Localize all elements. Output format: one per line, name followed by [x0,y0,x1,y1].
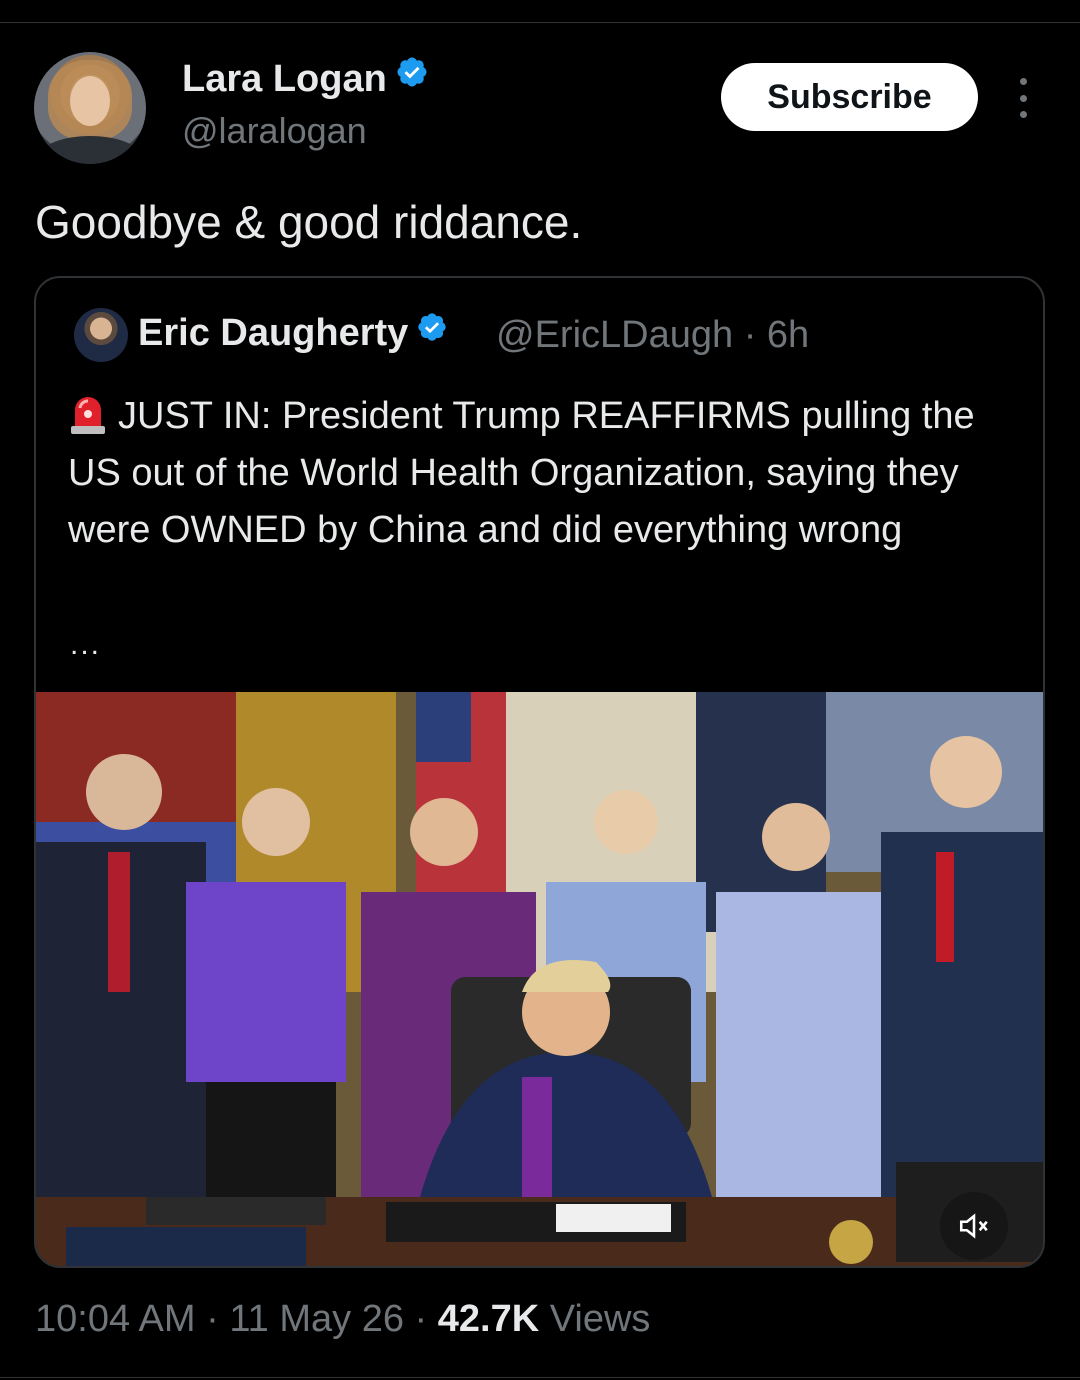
tweet-date[interactable]: 11 May 26 [229,1298,404,1340]
siren-emoji-icon [68,392,108,436]
verified-badge-icon [395,55,429,99]
quoted-tweet-age[interactable]: 6h [767,314,809,356]
author-name-row[interactable]: Lara Logan [182,55,429,103]
meta-separator: · [414,1298,428,1340]
quoted-tweet-text-block: JUST IN: President Trump REAFFIRMS pulli… [68,388,1018,559]
speaker-muted-icon[interactable] [940,1192,1008,1260]
bottom-divider [0,1377,1080,1378]
top-divider [0,22,1080,23]
quoted-tweet-video[interactable] [36,692,1043,1266]
quoted-author-handle[interactable]: @EricLDaugh [496,314,733,356]
meta-separator: · [206,1298,219,1340]
author-handle[interactable]: @laralogan [182,110,367,152]
tweet-meta: 10:04 AM · 11 May 26 · 42.7K Views [35,1298,650,1341]
author-avatar[interactable] [34,52,146,164]
views-label: Views [549,1298,651,1340]
show-more-ellipsis[interactable]: ... [70,628,101,662]
views-count[interactable]: 42.7K [438,1298,539,1340]
quoted-author-name[interactable]: Eric Daugherty [138,312,408,354]
quoted-tweet-card[interactable]: Eric Daugherty @EricLDaugh · 6h JUST IN:… [34,276,1045,1268]
quoted-author-avatar[interactable] [74,308,128,362]
tweet-time[interactable]: 10:04 AM [35,1298,196,1340]
quoted-tweet-text: JUST IN: President Trump REAFFIRMS pulli… [68,395,975,551]
quoted-author-meta: @EricLDaugh · 6h [496,314,809,357]
quoted-author-name-row[interactable]: Eric Daugherty [138,312,448,356]
author-name[interactable]: Lara Logan [182,58,387,100]
meta-separator: · [743,314,757,356]
verified-badge-icon [416,310,448,353]
subscribe-button[interactable]: Subscribe [721,63,978,131]
video-frame [36,692,1043,1266]
more-vertical-icon[interactable] [1010,78,1036,118]
tweet-text: Goodbye & good riddance. [35,196,583,248]
